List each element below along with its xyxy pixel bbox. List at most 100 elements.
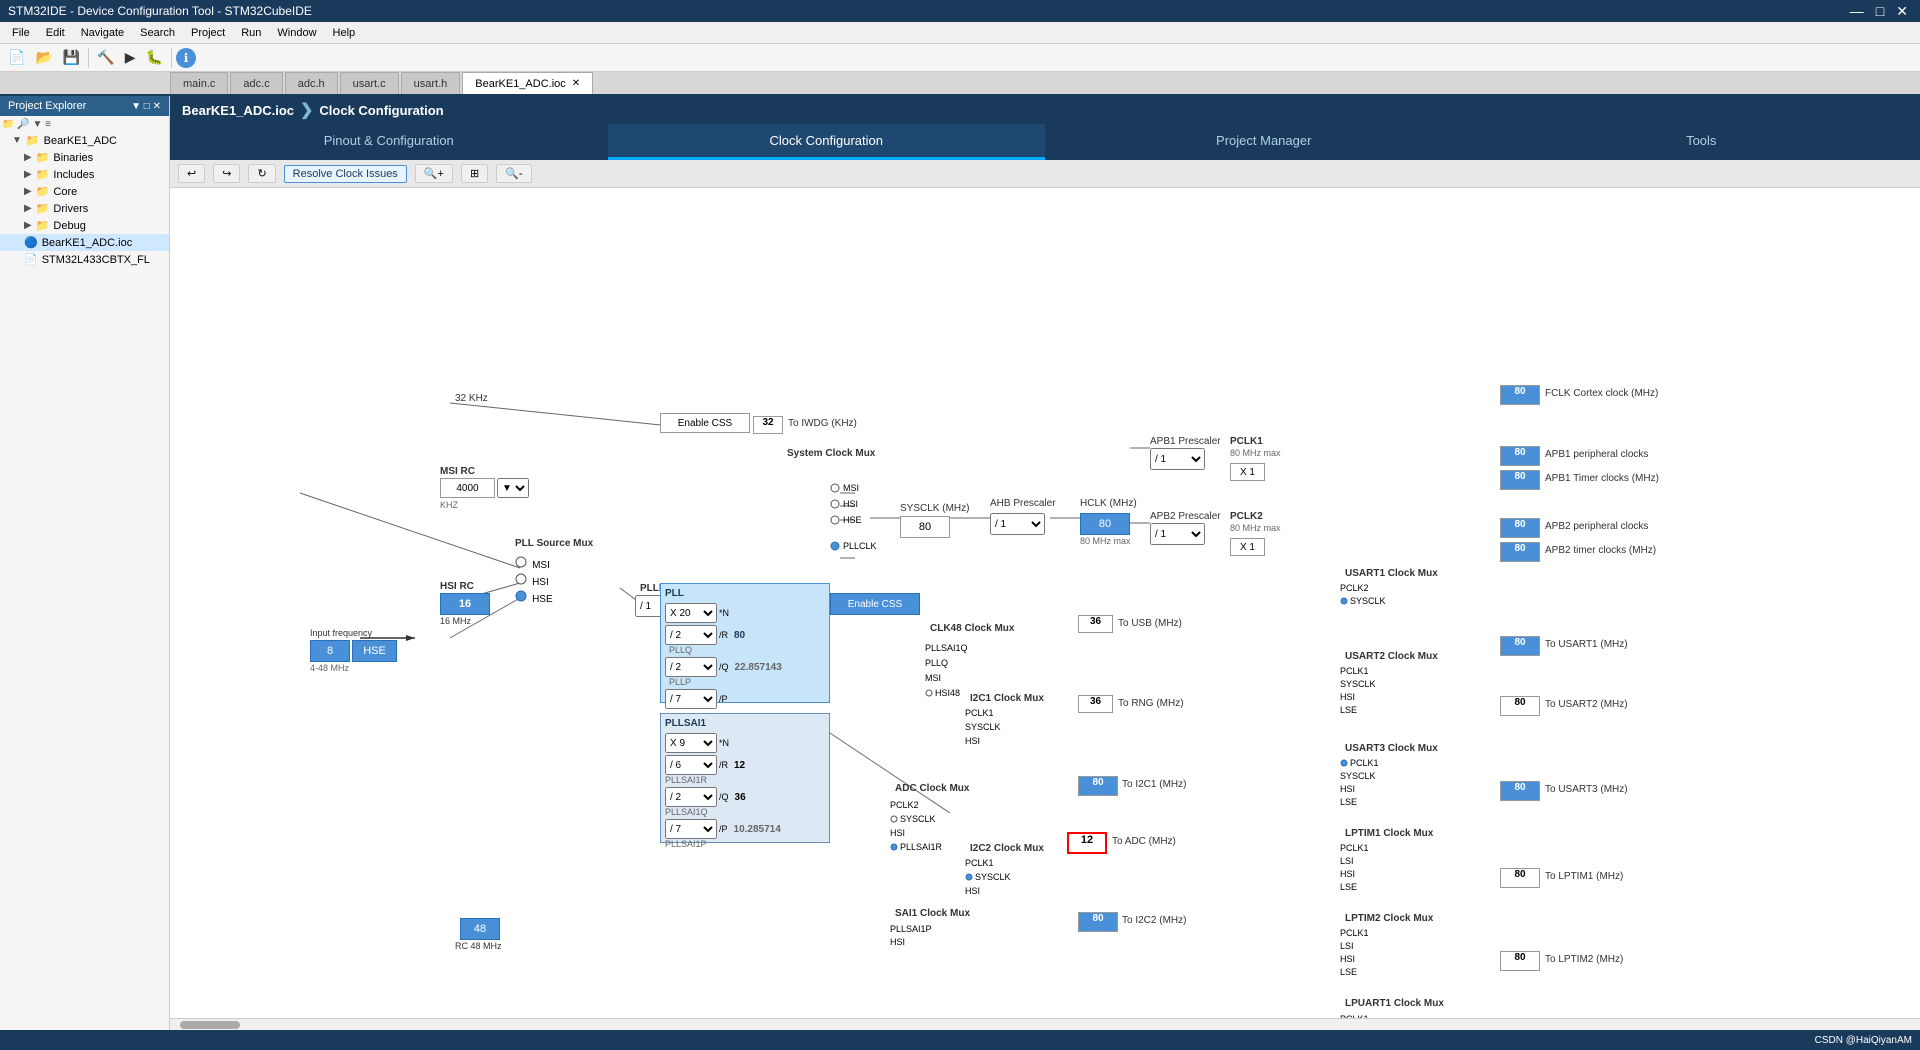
fit-button[interactable]: ⊞ <box>461 164 488 183</box>
pclk1-usart3[interactable]: PCLK1 <box>1340 758 1379 768</box>
pclk1-lptim2[interactable]: PCLK1 <box>1340 928 1369 938</box>
maximize-button[interactable]: □ <box>1872 3 1888 20</box>
pclk1-i2c1[interactable]: PCLK1 <box>965 708 1001 718</box>
tab-adch[interactable]: adc.h <box>285 72 338 94</box>
hscroll-thumb[interactable] <box>180 1021 240 1029</box>
sidebar-item-stm32[interactable]: 📄 STM32L433CBTX_FL <box>0 251 169 268</box>
pll-r-select[interactable]: / 2 <box>665 625 717 645</box>
tab-adcc[interactable]: adc.c <box>230 72 282 94</box>
sysclk-i2c2[interactable]: SYSCLK <box>965 872 1011 882</box>
navtab-project[interactable]: Project Manager <box>1045 124 1483 160</box>
pclk1-lptim1[interactable]: PCLK1 <box>1340 843 1369 853</box>
pllsai1q-clk48[interactable]: PLLSAI1Q <box>925 643 968 653</box>
navtab-tools[interactable]: Tools <box>1483 124 1920 160</box>
navtab-clock[interactable]: Clock Configuration <box>608 124 1046 160</box>
sidebar-item-includes[interactable]: ▶ 📁 Includes <box>0 166 169 183</box>
menu-edit[interactable]: Edit <box>38 25 73 41</box>
apb2-prescaler-select[interactable]: / 1 <box>1150 523 1205 545</box>
apb1-prescaler-select[interactable]: / 1 <box>1150 448 1205 470</box>
msi-rc-input[interactable] <box>440 478 495 498</box>
msi-clk48[interactable]: MSI <box>925 673 968 683</box>
zoom-in-button[interactable]: 🔍+ <box>415 164 453 183</box>
enable-css-btn-top[interactable]: Enable CSS <box>660 413 750 433</box>
pclk1-usart2[interactable]: PCLK1 <box>1340 666 1376 676</box>
pll-p-select[interactable]: / 7 <box>665 689 717 709</box>
close-button[interactable]: ✕ <box>1892 3 1912 20</box>
pclk1-i2c2[interactable]: PCLK1 <box>965 858 1011 868</box>
enable-css-btn-mid[interactable]: Enable CSS <box>830 593 920 615</box>
menu-project[interactable]: Project <box>183 25 233 41</box>
tab-usartc[interactable]: usart.c <box>340 72 399 94</box>
sidebar-item-drivers[interactable]: ▶ 📁 Drivers <box>0 200 169 217</box>
redo-button[interactable]: ↪ <box>213 164 240 183</box>
pllq-clk48[interactable]: PLLQ <box>925 658 968 668</box>
pll-q-select[interactable]: / 2 <box>665 657 717 677</box>
tab-ioc[interactable]: BearKE1_ADC.ioc ✕ <box>462 72 593 94</box>
menu-file[interactable]: File <box>4 25 38 41</box>
lsi-lptim2[interactable]: LSI <box>1340 941 1369 951</box>
menu-navigate[interactable]: Navigate <box>73 25 132 41</box>
pllsai1r-adc[interactable]: PLLSAI1R <box>890 842 942 852</box>
sysclk-adc[interactable]: SYSCLK <box>890 814 942 824</box>
pll-hse-radio[interactable]: HSE <box>515 590 553 605</box>
build-button[interactable]: 🔨 <box>93 47 118 68</box>
menu-run[interactable]: Run <box>233 25 269 41</box>
navtab-pinout[interactable]: Pinout & Configuration <box>170 124 608 160</box>
lse-usart3[interactable]: LSE <box>1340 797 1379 807</box>
sysclk-usart2[interactable]: SYSCLK <box>1340 679 1376 689</box>
hse-label-box[interactable]: HSE <box>352 640 397 662</box>
minimize-button[interactable]: — <box>1846 3 1868 20</box>
horizontal-scrollbar[interactable] <box>170 1018 1920 1030</box>
hsi-usart2[interactable]: HSI <box>1340 692 1376 702</box>
sidebar-item-root[interactable]: ▼ 📁 BearKE1_ADC <box>0 132 169 149</box>
undo-button[interactable]: ↩ <box>178 164 205 183</box>
pll-hsi-radio[interactable]: HSI <box>515 573 549 588</box>
lsi-lptim1[interactable]: LSI <box>1340 856 1369 866</box>
debug-button[interactable]: 🐛 <box>142 47 167 68</box>
menu-search[interactable]: Search <box>132 25 183 41</box>
msi-rc-unit-select[interactable]: ▼ <box>497 478 529 498</box>
sysclk-usart3[interactable]: SYSCLK <box>1340 771 1379 781</box>
resolve-clock-button[interactable]: Resolve Clock Issues <box>284 165 407 183</box>
ahb-prescaler-select[interactable]: / 1 <box>990 513 1045 535</box>
menu-window[interactable]: Window <box>269 25 324 41</box>
new-button[interactable]: 📄 <box>4 47 29 68</box>
sidebar-item-binaries[interactable]: ▶ 📁 Binaries <box>0 149 169 166</box>
mux-pllclk-option[interactable]: PLLCLK <box>830 541 877 551</box>
hsi48-clk48[interactable]: HSI48 <box>925 688 968 698</box>
pclk1-lpuart1[interactable]: PCLK1 <box>1340 1014 1376 1018</box>
run-button[interactable]: ▶ <box>121 47 140 68</box>
refresh-button[interactable]: ↻ <box>248 164 275 183</box>
zoom-out-button[interactable]: 🔍- <box>496 164 531 183</box>
pll-msi-radio[interactable]: MSI <box>515 556 550 571</box>
sysclk-usart1[interactable]: SYSCLK <box>1340 596 1386 606</box>
mux-hse-option[interactable]: HSE <box>830 515 877 525</box>
hsi-usart3[interactable]: HSI <box>1340 784 1379 794</box>
mux-hsi-option[interactable]: HSI <box>830 499 877 509</box>
hsi-lptim1[interactable]: HSI <box>1340 869 1369 879</box>
sidebar-item-debug[interactable]: ▶ 📁 Debug <box>0 217 169 234</box>
sysclk-input[interactable] <box>900 516 950 538</box>
pllsai1-p-select[interactable]: / 7 <box>665 819 717 839</box>
hsi-adc[interactable]: HSI <box>890 828 942 838</box>
lse-usart2[interactable]: LSE <box>1340 705 1376 715</box>
pclk2-usart1[interactable]: PCLK2 <box>1340 583 1386 593</box>
clock-diagram[interactable]: 32 KHz Enable CSS 32 To IWDG (KHz) Syste… <box>170 188 1920 1018</box>
pllsai1-n-select[interactable]: X 9 <box>665 733 717 753</box>
pll-n-select[interactable]: X 20 <box>665 603 717 623</box>
sidebar-item-ioc[interactable]: 🔵 BearKE1_ADC.ioc <box>0 234 169 251</box>
pclk2-adc[interactable]: PCLK2 <box>890 800 942 810</box>
hsi-i2c2[interactable]: HSI <box>965 886 1011 896</box>
pllsai1-q-select[interactable]: / 2 <box>665 787 717 807</box>
sysclk-i2c1[interactable]: SYSCLK <box>965 722 1001 732</box>
open-button[interactable]: 📂 <box>31 47 56 68</box>
tab-ioc-close[interactable]: ✕ <box>572 78 580 89</box>
tab-usarth[interactable]: usart.h <box>401 72 461 94</box>
hsi-i2c1[interactable]: HSI <box>965 736 1001 746</box>
save-button[interactable]: 💾 <box>59 47 84 68</box>
pllsai1p-sai1[interactable]: PLLSAI1P <box>890 924 932 934</box>
menu-help[interactable]: Help <box>325 25 364 41</box>
pllsai1-r-select[interactable]: / 6 <box>665 755 717 775</box>
hsi-lptim2[interactable]: HSI <box>1340 954 1369 964</box>
hsi-sai1[interactable]: HSI <box>890 937 932 947</box>
